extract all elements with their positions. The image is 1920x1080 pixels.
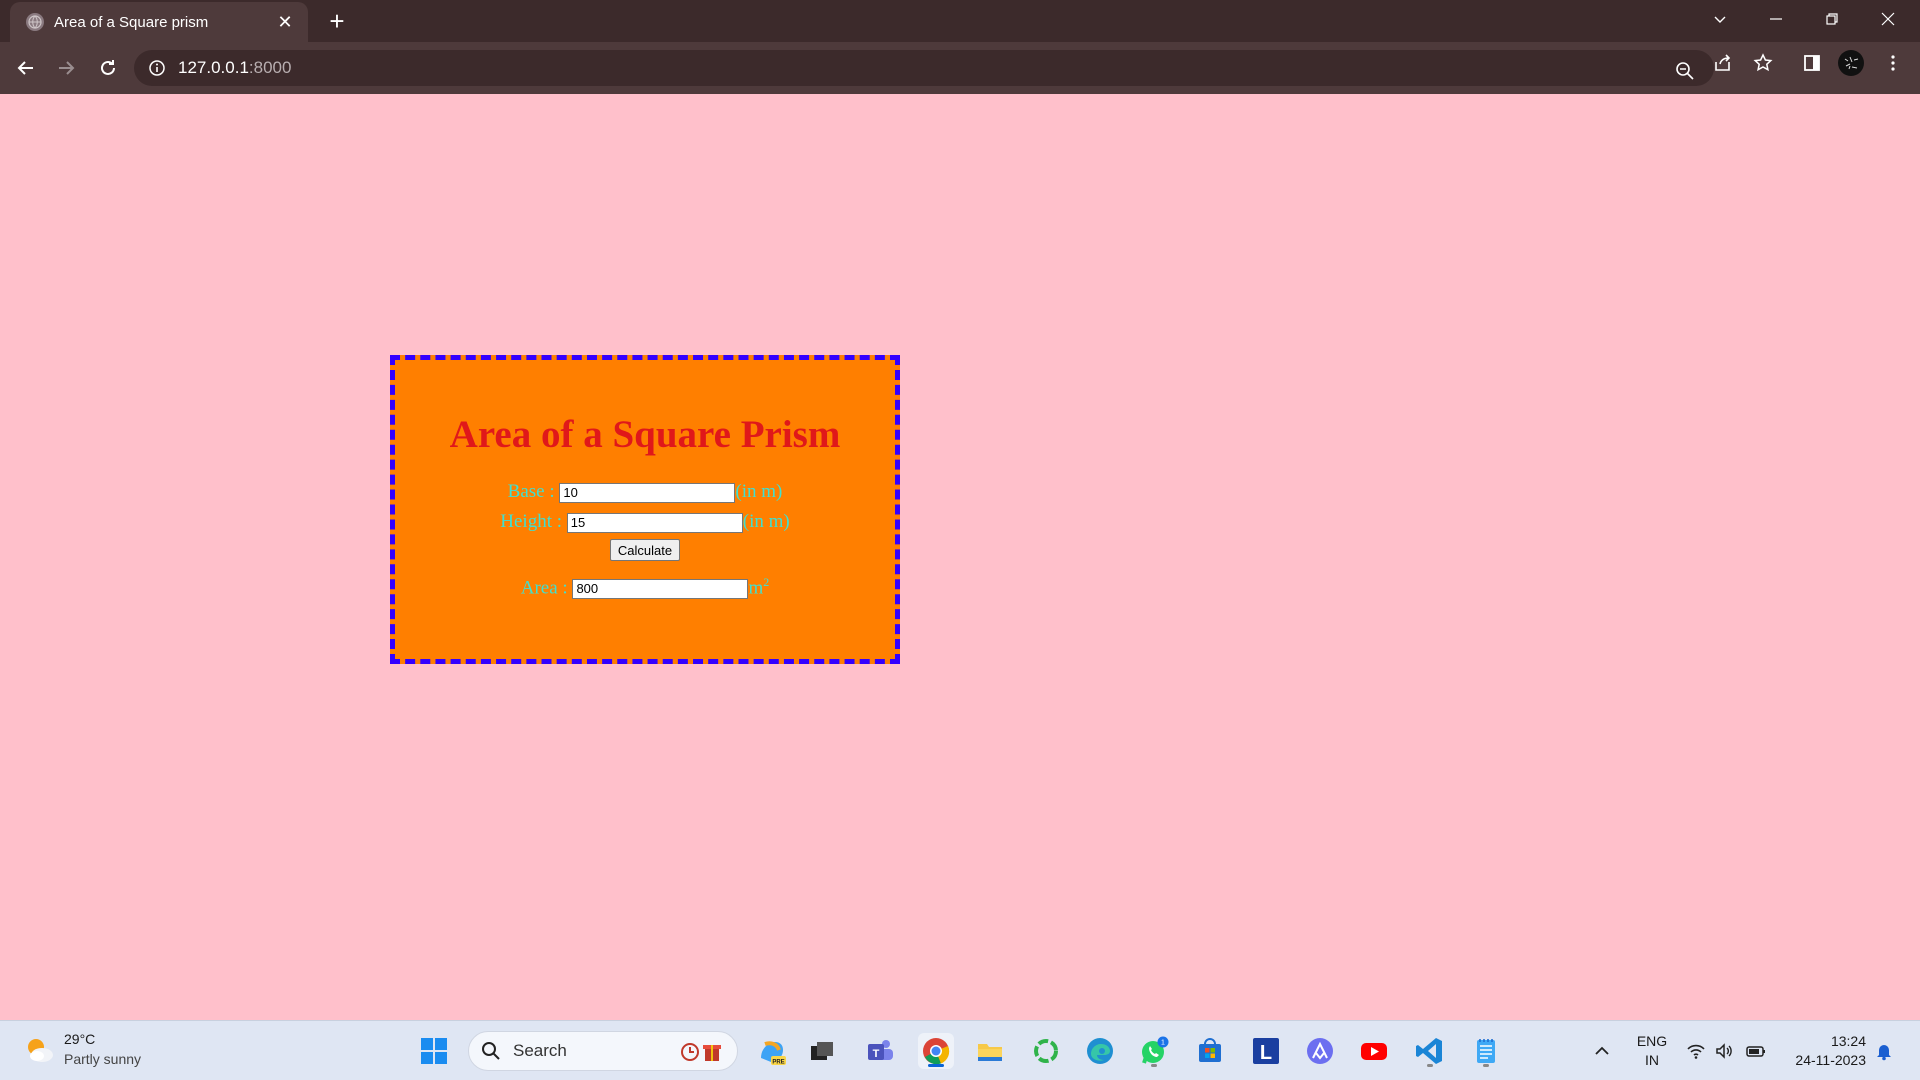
- height-label: Height :: [500, 511, 563, 532]
- address-bar[interactable]: 127.0.0.1:8000: [134, 50, 1714, 86]
- tab-title: Area of a Square prism: [54, 13, 209, 31]
- running-indicator: [1151, 1064, 1157, 1067]
- reload-icon[interactable]: [92, 52, 124, 84]
- calculate-button[interactable]: Calculate: [609, 539, 681, 561]
- file-explorer-icon[interactable]: [972, 1033, 1008, 1069]
- page-title: Area of a Square Prism: [449, 413, 841, 456]
- url-port: :8000: [248, 58, 292, 77]
- search-icon: [482, 1042, 500, 1060]
- edge-icon[interactable]: [1082, 1033, 1118, 1069]
- notification-bell-icon[interactable]: [1874, 1041, 1894, 1061]
- whatsapp-badge: 1: [1161, 1040, 1165, 1047]
- area-output[interactable]: [572, 578, 749, 599]
- url-text: 127.0.0.1:8000: [178, 58, 291, 78]
- url-host: 127.0.0.1: [178, 58, 249, 77]
- menu-kebab-icon[interactable]: [1880, 50, 1906, 76]
- tab-search-chevron-icon[interactable]: [1692, 0, 1748, 38]
- weather-temp: 29°C: [64, 1031, 96, 1047]
- area-unit: m: [748, 577, 764, 599]
- taskbar: 29°C Partly sunny Search PRE T 1 L ENG I…: [0, 1020, 1920, 1080]
- battery-icon[interactable]: [1746, 1041, 1766, 1061]
- height-unit: (in m): [742, 511, 790, 532]
- language-bottom[interactable]: IN: [1634, 1052, 1670, 1068]
- area-row: Area : m2: [395, 567, 895, 603]
- browser-tab[interactable]: Area of a Square prism ✕: [10, 2, 308, 42]
- svg-text:PRE: PRE: [772, 1060, 784, 1066]
- new-tab-icon[interactable]: +: [322, 6, 352, 36]
- browser-toolbar: 127.0.0.1:8000: [0, 42, 1920, 94]
- language-top[interactable]: ENG: [1634, 1033, 1670, 1049]
- height-input[interactable]: [566, 512, 743, 533]
- base-input[interactable]: [559, 482, 736, 503]
- sync-app-icon[interactable]: [1028, 1033, 1064, 1069]
- tab-strip: Area of a Square prism ✕ +: [0, 0, 1920, 42]
- close-tab-icon[interactable]: ✕: [274, 12, 296, 33]
- windows-start-icon[interactable]: [416, 1033, 452, 1069]
- site-info-icon[interactable]: [148, 59, 166, 77]
- bookmark-star-icon[interactable]: [1750, 50, 1776, 76]
- area-label: Area :: [520, 577, 568, 599]
- zoom-icon[interactable]: [1672, 58, 1698, 84]
- base-row: Base : (in m): [395, 477, 895, 507]
- chevron-up-icon[interactable]: [1592, 1041, 1612, 1061]
- task-view-icon[interactable]: [804, 1033, 840, 1069]
- restore-icon[interactable]: [1804, 0, 1860, 38]
- weather-description: Partly sunny: [64, 1051, 142, 1067]
- l-app-icon[interactable]: L: [1248, 1033, 1284, 1069]
- calculator-panel: Area of a Square Prism Base : (in m) Hei…: [390, 355, 900, 664]
- copilot-pre-icon[interactable]: PRE: [754, 1033, 790, 1069]
- taskbar-search[interactable]: Search: [468, 1031, 738, 1071]
- clock-time[interactable]: 13:24: [1780, 1033, 1866, 1049]
- notepad-icon[interactable]: [1468, 1033, 1504, 1069]
- globe-icon: [26, 13, 44, 31]
- youtube-icon[interactable]: [1356, 1033, 1392, 1069]
- svg-text:L: L: [1260, 1042, 1272, 1064]
- vscode-icon[interactable]: [1412, 1033, 1448, 1069]
- search-highlight-icon: [681, 1043, 721, 1061]
- forward-arrow-icon[interactable]: [50, 52, 82, 84]
- search-placeholder: Search: [513, 1041, 567, 1060]
- wifi-icon[interactable]: [1686, 1041, 1706, 1061]
- chrome-icon[interactable]: [918, 1033, 954, 1069]
- close-window-icon[interactable]: [1860, 0, 1916, 38]
- whatsapp-icon[interactable]: 1: [1136, 1033, 1172, 1069]
- arc-app-icon[interactable]: [1302, 1033, 1338, 1069]
- base-unit: (in m): [735, 481, 783, 502]
- side-panel-icon[interactable]: [1799, 50, 1825, 76]
- svg-text:T: T: [873, 1048, 880, 1060]
- active-app-indicator: [928, 1064, 944, 1067]
- base-label: Base :: [507, 481, 555, 502]
- volume-icon[interactable]: [1714, 1041, 1734, 1061]
- partly-sunny-icon: [28, 1039, 53, 1062]
- profile-avatar[interactable]: [1838, 50, 1864, 76]
- running-indicator: [1427, 1064, 1433, 1067]
- height-row: Height : (in m): [395, 507, 895, 537]
- back-arrow-icon[interactable]: [10, 52, 42, 84]
- clock-date[interactable]: 24-11-2023: [1776, 1052, 1866, 1068]
- area-unit-exponent: 2: [763, 575, 770, 589]
- microsoft-store-icon[interactable]: [1192, 1033, 1228, 1069]
- teams-icon[interactable]: T: [862, 1033, 898, 1069]
- minimize-icon[interactable]: [1748, 0, 1804, 38]
- share-icon[interactable]: [1710, 50, 1736, 76]
- running-indicator: [1483, 1064, 1489, 1067]
